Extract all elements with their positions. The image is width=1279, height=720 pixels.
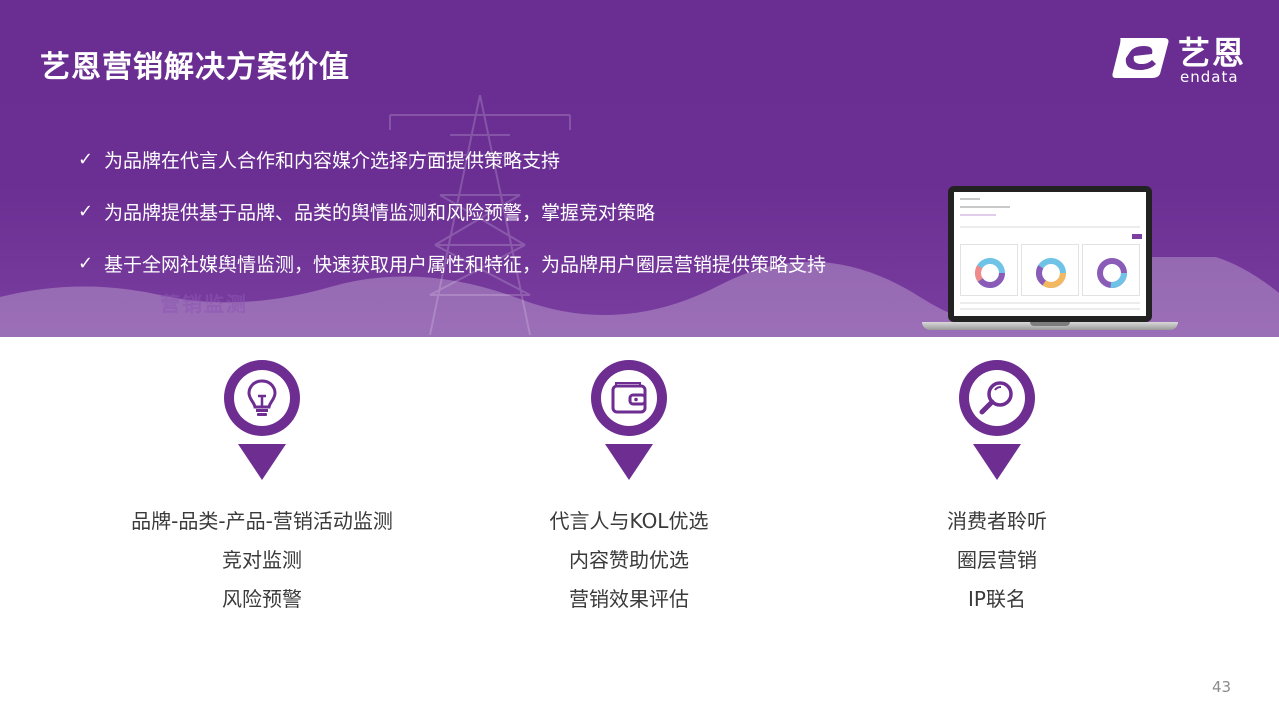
feature-lines: 代言人与KOL优选 内容赞助优选 营销效果评估 [479,508,779,625]
feature-icon-ring [591,360,667,436]
laptop-mockup [922,186,1178,332]
endata-logo-mark-icon [1112,38,1169,78]
bullet-item: ✓ 基于全网社媒舆情监测，快速获取用户属性和特征，为品牌用户圈层营销提供策略支持 [78,248,826,278]
feature-column-selection: 代言人与KOL优选 内容赞助优选 营销效果评估 [479,360,779,625]
feature-column-consumer: 消费者聆听 圈层营销 IP联名 [847,360,1147,625]
bullet-item: ✓ 为品牌在代言人合作和内容媒介选择方面提供策略支持 [78,144,826,174]
laptop-notch [1030,322,1070,326]
feature-line: 竞对监测 [222,548,302,572]
magnifier-icon [979,381,1013,415]
feature-line: 品牌-品类-产品-营销活动监测 [131,509,393,533]
page-number: 43 [1212,678,1232,696]
feature-lines: 品牌-品类-产品-营销活动监测 竞对监测 风险预警 [112,508,412,625]
feature-line: 代言人与KOL优选 [549,509,709,533]
feature-icon-ring [224,360,300,436]
feature-icon-inner [601,370,657,426]
feature-icon-inner [234,370,290,426]
feature-icon-ring [959,360,1035,436]
logo-english-name: endata [1180,68,1239,86]
check-icon: ✓ [78,148,94,170]
mini-chart-card [1021,244,1079,296]
feature-line: 内容赞助优选 [569,548,689,572]
feature-line: 风险预警 [222,587,302,611]
feature-icon-inner [969,370,1025,426]
feature-line: 圈层营销 [957,548,1037,572]
feature-lines: 消费者聆听 圈层营销 IP联名 [847,508,1147,625]
feature-column-monitoring: 品牌-品类-产品-营销活动监测 竞对监测 风险预警 [112,360,412,625]
check-icon: ✓ [78,200,94,222]
feature-icon-wrap [224,360,300,436]
bullet-item: ✓ 为品牌提供基于品牌、品类的舆情监测和风险预警，掌握竞对策略 [78,196,826,226]
feature-line: 营销效果评估 [569,587,689,611]
wallet-icon [611,382,647,414]
bullet-text: 基于全网社媒舆情监测，快速获取用户属性和特征，为品牌用户圈层营销提供策略支持 [104,253,827,276]
pointer-triangle [238,444,286,480]
feature-line: 消费者聆听 [947,509,1047,533]
feature-icon-wrap [959,360,1035,436]
bullet-text: 为品牌提供基于品牌、品类的舆情监测和风险预警，掌握竞对策略 [104,201,656,224]
pointer-triangle [605,444,653,480]
bullet-text: 为品牌在代言人合作和内容媒介选择方面提供策略支持 [104,149,561,172]
feature-line: IP联名 [968,587,1026,611]
endata-logo: 艺恩 endata [1112,28,1262,88]
lightbulb-icon [247,379,277,416]
feature-icon-wrap [591,360,667,436]
mini-button [1132,234,1142,239]
check-icon: ✓ [78,252,94,274]
page-title: 艺恩营销解决方案价值 [40,50,350,85]
dashboard-preview [954,192,1146,316]
laptop-screen [948,186,1152,322]
bullet-list: ✓ 为品牌在代言人合作和内容媒介选择方面提供策略支持 ✓ 为品牌提供基于品牌、品… [78,144,826,300]
mini-chart-card [960,244,1018,296]
mini-chart-card [1082,244,1140,296]
pointer-triangle [973,444,1021,480]
